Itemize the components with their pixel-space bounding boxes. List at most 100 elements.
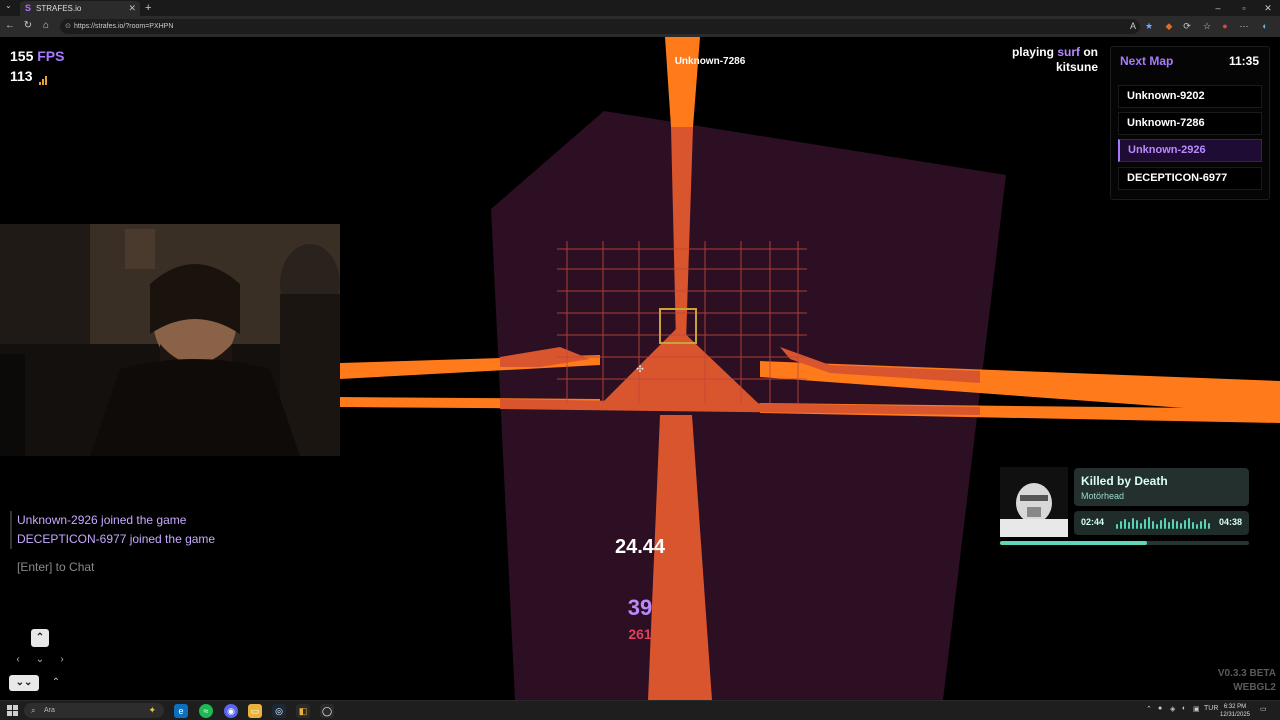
waveform-bar [1156, 524, 1158, 529]
extension-icon[interactable]: ◆ [1163, 20, 1175, 32]
waveform-bar [1124, 519, 1126, 529]
motorhead-logo [1000, 467, 1068, 537]
ping-value: 113 [10, 68, 33, 84]
strafes-favicon-icon: S [25, 3, 32, 13]
song-artist: Motörhead [1081, 491, 1125, 501]
signal-bars-icon [39, 69, 48, 85]
chevron-down-icon[interactable]: ⌄ [34, 654, 46, 665]
waveform-icon [1116, 517, 1210, 529]
webcam-image [0, 224, 340, 456]
waveform-bar [1180, 523, 1182, 529]
extensions-icon[interactable]: ⟳ [1181, 20, 1193, 32]
playing-map: kitsune [1055, 60, 1098, 74]
edge-app-icon[interactable]: e [174, 704, 188, 718]
clock-date: 12/31/2025 [1219, 712, 1251, 718]
network-icon[interactable]: ▣ [1193, 705, 1200, 713]
player-list-item[interactable]: Unknown-7286 [1118, 112, 1262, 135]
chevron-left-icon[interactable]: ‹ [12, 654, 24, 665]
waveform-bar [1136, 520, 1138, 529]
browser-tab-bar: ⌄ S STRAFES.io ✕ + – ▫ ✕ [0, 0, 1280, 16]
progress-fill [1000, 541, 1147, 545]
discord-app-icon[interactable]: ◉ [224, 704, 238, 718]
windows-start-icon[interactable] [7, 705, 18, 716]
chevron-up-icon[interactable]: ⌃ [31, 629, 49, 647]
waveform-bar [1208, 523, 1210, 529]
tab-list-icon[interactable]: ⌄ [5, 1, 12, 10]
fps-value: 155 [10, 48, 34, 64]
track-info: Killed by Death Motörhead [1074, 468, 1249, 506]
album-cover [1000, 467, 1068, 537]
more-menu-icon[interactable]: ⋯ [1238, 20, 1250, 32]
player-list-item-selected[interactable]: Unknown-2926 [1118, 139, 1262, 162]
playing-prefix: playing [1011, 45, 1054, 59]
tray-app-icon-2[interactable]: ◈ [1170, 705, 1175, 713]
fps-counter: 155 FPS [10, 48, 64, 64]
screen: ⌄ S STRAFES.io ✕ + – ▫ ✕ ← ↻ ⌂ ⊙ https:/… [0, 0, 1280, 720]
orange-beam-top [665, 37, 700, 127]
waveform-bar [1184, 520, 1186, 529]
waveform-bar [1148, 517, 1150, 529]
player-list-item[interactable]: Unknown-9202 [1118, 85, 1262, 108]
read-aloud-icon[interactable]: A [1127, 20, 1139, 32]
waveform-bar [1196, 524, 1198, 529]
waveform-bar [1200, 521, 1202, 529]
waveform-bar [1168, 522, 1170, 529]
double-chevron-down-icon[interactable]: ⌄⌄ [9, 675, 39, 691]
map-time: 11:35 [1228, 54, 1259, 68]
site-info-icon[interactable]: ⊙ [65, 19, 71, 34]
waveform-bar [1188, 518, 1190, 529]
playing-mode: surf [1057, 45, 1080, 59]
notification-icon[interactable]: ▭ [1260, 705, 1267, 713]
waveform-bar [1160, 520, 1162, 529]
spotify-app-icon[interactable]: ≈ [199, 704, 213, 718]
player-list-item[interactable]: DECEPTICON-6977 [1118, 167, 1262, 190]
url-text: https://strafes.io/?room=PXHPN [74, 23, 174, 30]
chevron-right-icon[interactable]: › [56, 654, 68, 665]
next-map-button[interactable]: Next Map [1120, 54, 1173, 68]
double-chevron-up-icon[interactable]: ⌃ [49, 677, 63, 688]
lang-indicator[interactable]: TUR [1204, 705, 1218, 712]
close-window-icon[interactable]: ✕ [1257, 0, 1279, 16]
chat-message: Unknown-2926 joined the game [17, 513, 187, 527]
speed-value: 39 [627, 595, 653, 620]
steam-app-icon[interactable]: ◎ [272, 704, 286, 718]
waveform-bar [1164, 518, 1166, 529]
tray-chevron-icon[interactable]: ⌃ [1146, 705, 1152, 713]
new-tab-icon[interactable]: + [145, 0, 151, 16]
game-viewport[interactable]: ✣ 155 FPS 113 Unknown-7286 playing surf … [0, 37, 1280, 700]
taskbar-search[interactable]: ⌕ Ara ✦ [24, 703, 164, 718]
waveform-bar [1192, 522, 1194, 529]
waveform-bar [1128, 522, 1130, 529]
progress-bar[interactable] [1000, 541, 1249, 545]
file-explorer-icon[interactable]: ▭ [248, 704, 262, 718]
reload-icon[interactable]: ↻ [21, 19, 35, 33]
total-time: 04:38 [1218, 517, 1242, 527]
clock-time: 6:32 PM [1223, 704, 1247, 710]
renderer-text: WEBGL2 [1233, 682, 1276, 693]
waveform-bar [1132, 518, 1134, 529]
app-icon[interactable]: ◧ [296, 704, 310, 718]
tray-app-icon[interactable]: ● [1158, 705, 1162, 712]
chat-hint[interactable]: [Enter] to Chat [17, 560, 94, 574]
obs-app-icon[interactable]: ◯ [320, 704, 334, 718]
address-bar[interactable]: ⊙ https://strafes.io/?room=PXHPN [60, 19, 1140, 34]
playback-bar: 02:44 04:38 [1074, 511, 1249, 535]
restore-icon[interactable]: ▫ [1233, 0, 1255, 16]
minimize-icon[interactable]: – [1207, 0, 1229, 16]
waveform-bar [1152, 521, 1154, 529]
tray-app-icon-3[interactable]: ◐ [1182, 705, 1186, 712]
chat-message: DECEPTICON-6977 joined the game [17, 532, 216, 546]
home-icon[interactable]: ⌂ [39, 19, 53, 33]
chat-log: Unknown-2926 joined the game DECEPTICON-… [10, 511, 215, 549]
waveform-bar [1144, 519, 1146, 529]
back-icon[interactable]: ← [3, 19, 17, 33]
song-title: Killed by Death [1081, 474, 1168, 488]
close-tab-icon[interactable]: ✕ [128, 1, 136, 16]
elapsed-time: 02:44 [1081, 517, 1105, 527]
favorites-icon[interactable]: ☆ [1201, 20, 1213, 32]
copilot-icon[interactable]: ◐ [1259, 20, 1271, 32]
favorite-star-icon[interactable]: ★ [1143, 20, 1155, 32]
profile-icon[interactable]: ● [1219, 20, 1231, 32]
browser-tab[interactable]: S STRAFES.io ✕ [20, 1, 140, 16]
system-clock[interactable]: 6:32 PM 12/31/2025 [1218, 703, 1252, 719]
